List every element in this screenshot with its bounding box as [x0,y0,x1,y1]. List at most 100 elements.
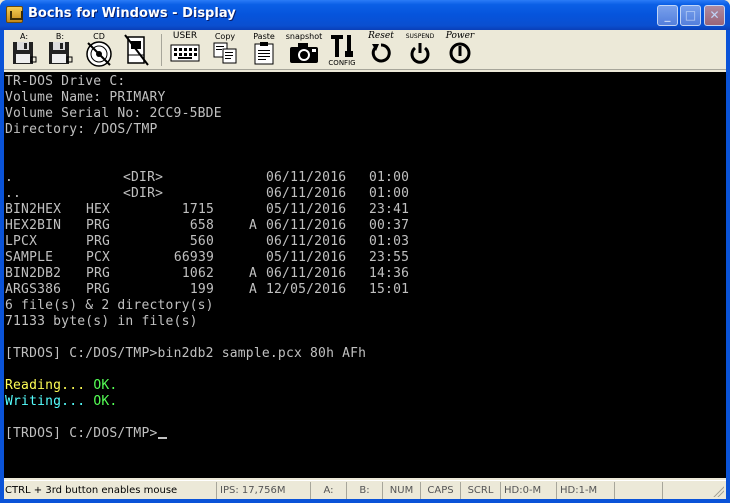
suspend-button[interactable]: SUSPEND [402,32,438,68]
power-button[interactable]: Power [442,32,478,68]
entry-dir: <DIR> [123,170,164,185]
terminal-line: Writing... OK. [5,394,117,410]
status-empty-2 [662,482,710,499]
copy-label: Copy [214,32,236,41]
command-text: bin2db2 sample.pcx 80h AFh [157,346,367,361]
entry-name: . [5,170,14,185]
entry-name: .. [5,186,22,201]
entry-attr: A [249,266,258,281]
bochs-app-icon[interactable] [6,6,23,23]
emulator-screen[interactable]: TR-DOS Drive C: Volume Name: PRIMARY Vol… [4,72,726,478]
snapshot-button[interactable]: snapshot [285,32,323,68]
status-floppy-b: B: [346,482,382,499]
directory-entry-row: BIN2DB2 PRG 1062 A 06/11/2016 14:36 [4,266,724,282]
entry-name: HEX2BIN [5,218,62,233]
terminal-line: TR-DOS Drive C: [5,74,126,89]
directory-entry-row: LPCX PRG 560 06/11/2016 01:03 [4,234,724,250]
entry-time: 00:37 [369,218,410,233]
directory-entry-row: .. <DIR> 06/11/2016 01:00 [4,186,724,202]
suspend-label: SUSPEND [405,33,435,40]
floppy-a-button[interactable]: A: [8,32,40,68]
keyboard-icon [170,44,200,62]
entry-date: 05/11/2016 [266,202,347,217]
floppy-a-label: A: [19,32,29,41]
entry-name: LPCX [5,234,38,249]
status-empty-1 [614,482,662,499]
status-num-lock: NUM [382,482,420,499]
floppy-b-label: B: [55,32,65,41]
entry-time: 01:00 [369,170,410,185]
entry-ext: PRG [86,234,111,249]
status-floppy-a: A: [310,482,346,499]
entry-date: 06/11/2016 [266,170,347,185]
entry-size: 1062 [181,266,214,281]
suspend-power-icon [410,43,430,64]
entry-name: BIN2HEX [5,202,62,217]
reset-button[interactable]: Reset [364,32,398,68]
entry-ext: PRG [86,266,111,281]
entry-date: 06/11/2016 [266,266,347,281]
terminal-command-line: [TRDOS] C:/DOS/TMP> [5,426,167,442]
floppy-b-button[interactable]: B: [44,32,76,68]
cdrom-label: CD [93,32,105,41]
directory-entry-row: . <DIR> 06/11/2016 01:00 [4,170,724,186]
directory-entry-row: SAMPLE PCX 66939 05/11/2016 23:55 [4,250,724,266]
terminal-line: Volume Name: PRIMARY [5,90,166,105]
terminal-line: 71133 byte(s) in file(s) [5,314,198,329]
status-hd0: HD:0-M [500,482,556,499]
maximize-button[interactable]: □ [680,5,701,26]
paste-clipboard-icon [254,42,274,65]
terminal-line: Directory: /DOS/TMP [5,122,158,137]
entry-ext: PCX [86,250,111,265]
camera-icon [290,43,318,63]
entry-name: ARGS386 [5,282,62,297]
title-bar[interactable]: Bochs for Windows - Display _ □ ✕ [0,0,730,30]
entry-name: BIN2DB2 [5,266,62,281]
entry-size: 560 [189,234,214,249]
cdrom-disc-icon [86,41,112,67]
entry-date: 06/11/2016 [266,218,347,233]
writing-status: OK. [93,394,118,409]
terminal-line: Reading... OK. [5,378,117,394]
config-button[interactable]: CONFIG [326,32,358,68]
entry-ext: HEX [86,202,111,217]
user-button[interactable]: USER [168,32,202,68]
paste-label: Paste [253,32,275,41]
boot-config-button[interactable] [120,32,154,68]
entry-time: 15:01 [369,282,410,297]
power-label: Power [445,31,475,41]
terminal-line: 6 file(s) & 2 directory(s) [5,298,214,313]
copy-icon [213,42,237,64]
status-hd1: HD:1-M [556,482,614,499]
entry-time: 14:36 [369,266,410,281]
power-icon [449,42,471,64]
user-label: USER [172,31,198,41]
config-tools-icon [331,35,353,57]
status-scroll-lock: SCRL [460,482,500,499]
minimize-button[interactable]: _ [657,5,678,26]
floppy-disk-icon [13,42,37,64]
entry-size: 199 [189,282,214,297]
terminal-line: Volume Serial No: 2CC9-5BDE [5,106,222,121]
writing-label: Writing... [5,394,86,409]
reading-label: Reading... [5,378,86,393]
terminal-command-line: [TRDOS] C:/DOS/TMP>bin2db2 sample.pcx 80… [5,346,366,362]
paste-button[interactable]: Paste [247,32,281,68]
entry-date: 06/11/2016 [266,186,347,201]
directory-entry-row: ARGS386 PRG 199 A 12/05/2016 15:01 [4,282,724,298]
entry-attr: A [249,282,258,297]
status-caps-lock: CAPS [420,482,460,499]
entry-time: 23:41 [369,202,410,217]
entry-date: 05/11/2016 [266,250,347,265]
disk-chip-icon [124,34,149,66]
resize-grip[interactable] [712,485,724,497]
prompt: [TRDOS] C:/DOS/TMP> [5,346,158,361]
directory-entry-row: BIN2HEX HEX 1715 05/11/2016 23:41 [4,202,724,218]
entry-date: 06/11/2016 [266,234,347,249]
close-button[interactable]: ✕ [704,5,725,26]
window-title: Bochs for Windows - Display [28,6,236,21]
cdrom-button[interactable]: CD [82,32,116,68]
directory-entry-row: HEX2BIN PRG 658 A 06/11/2016 00:37 [4,218,724,234]
entry-attr: A [249,218,258,233]
copy-button[interactable]: Copy [208,32,242,68]
